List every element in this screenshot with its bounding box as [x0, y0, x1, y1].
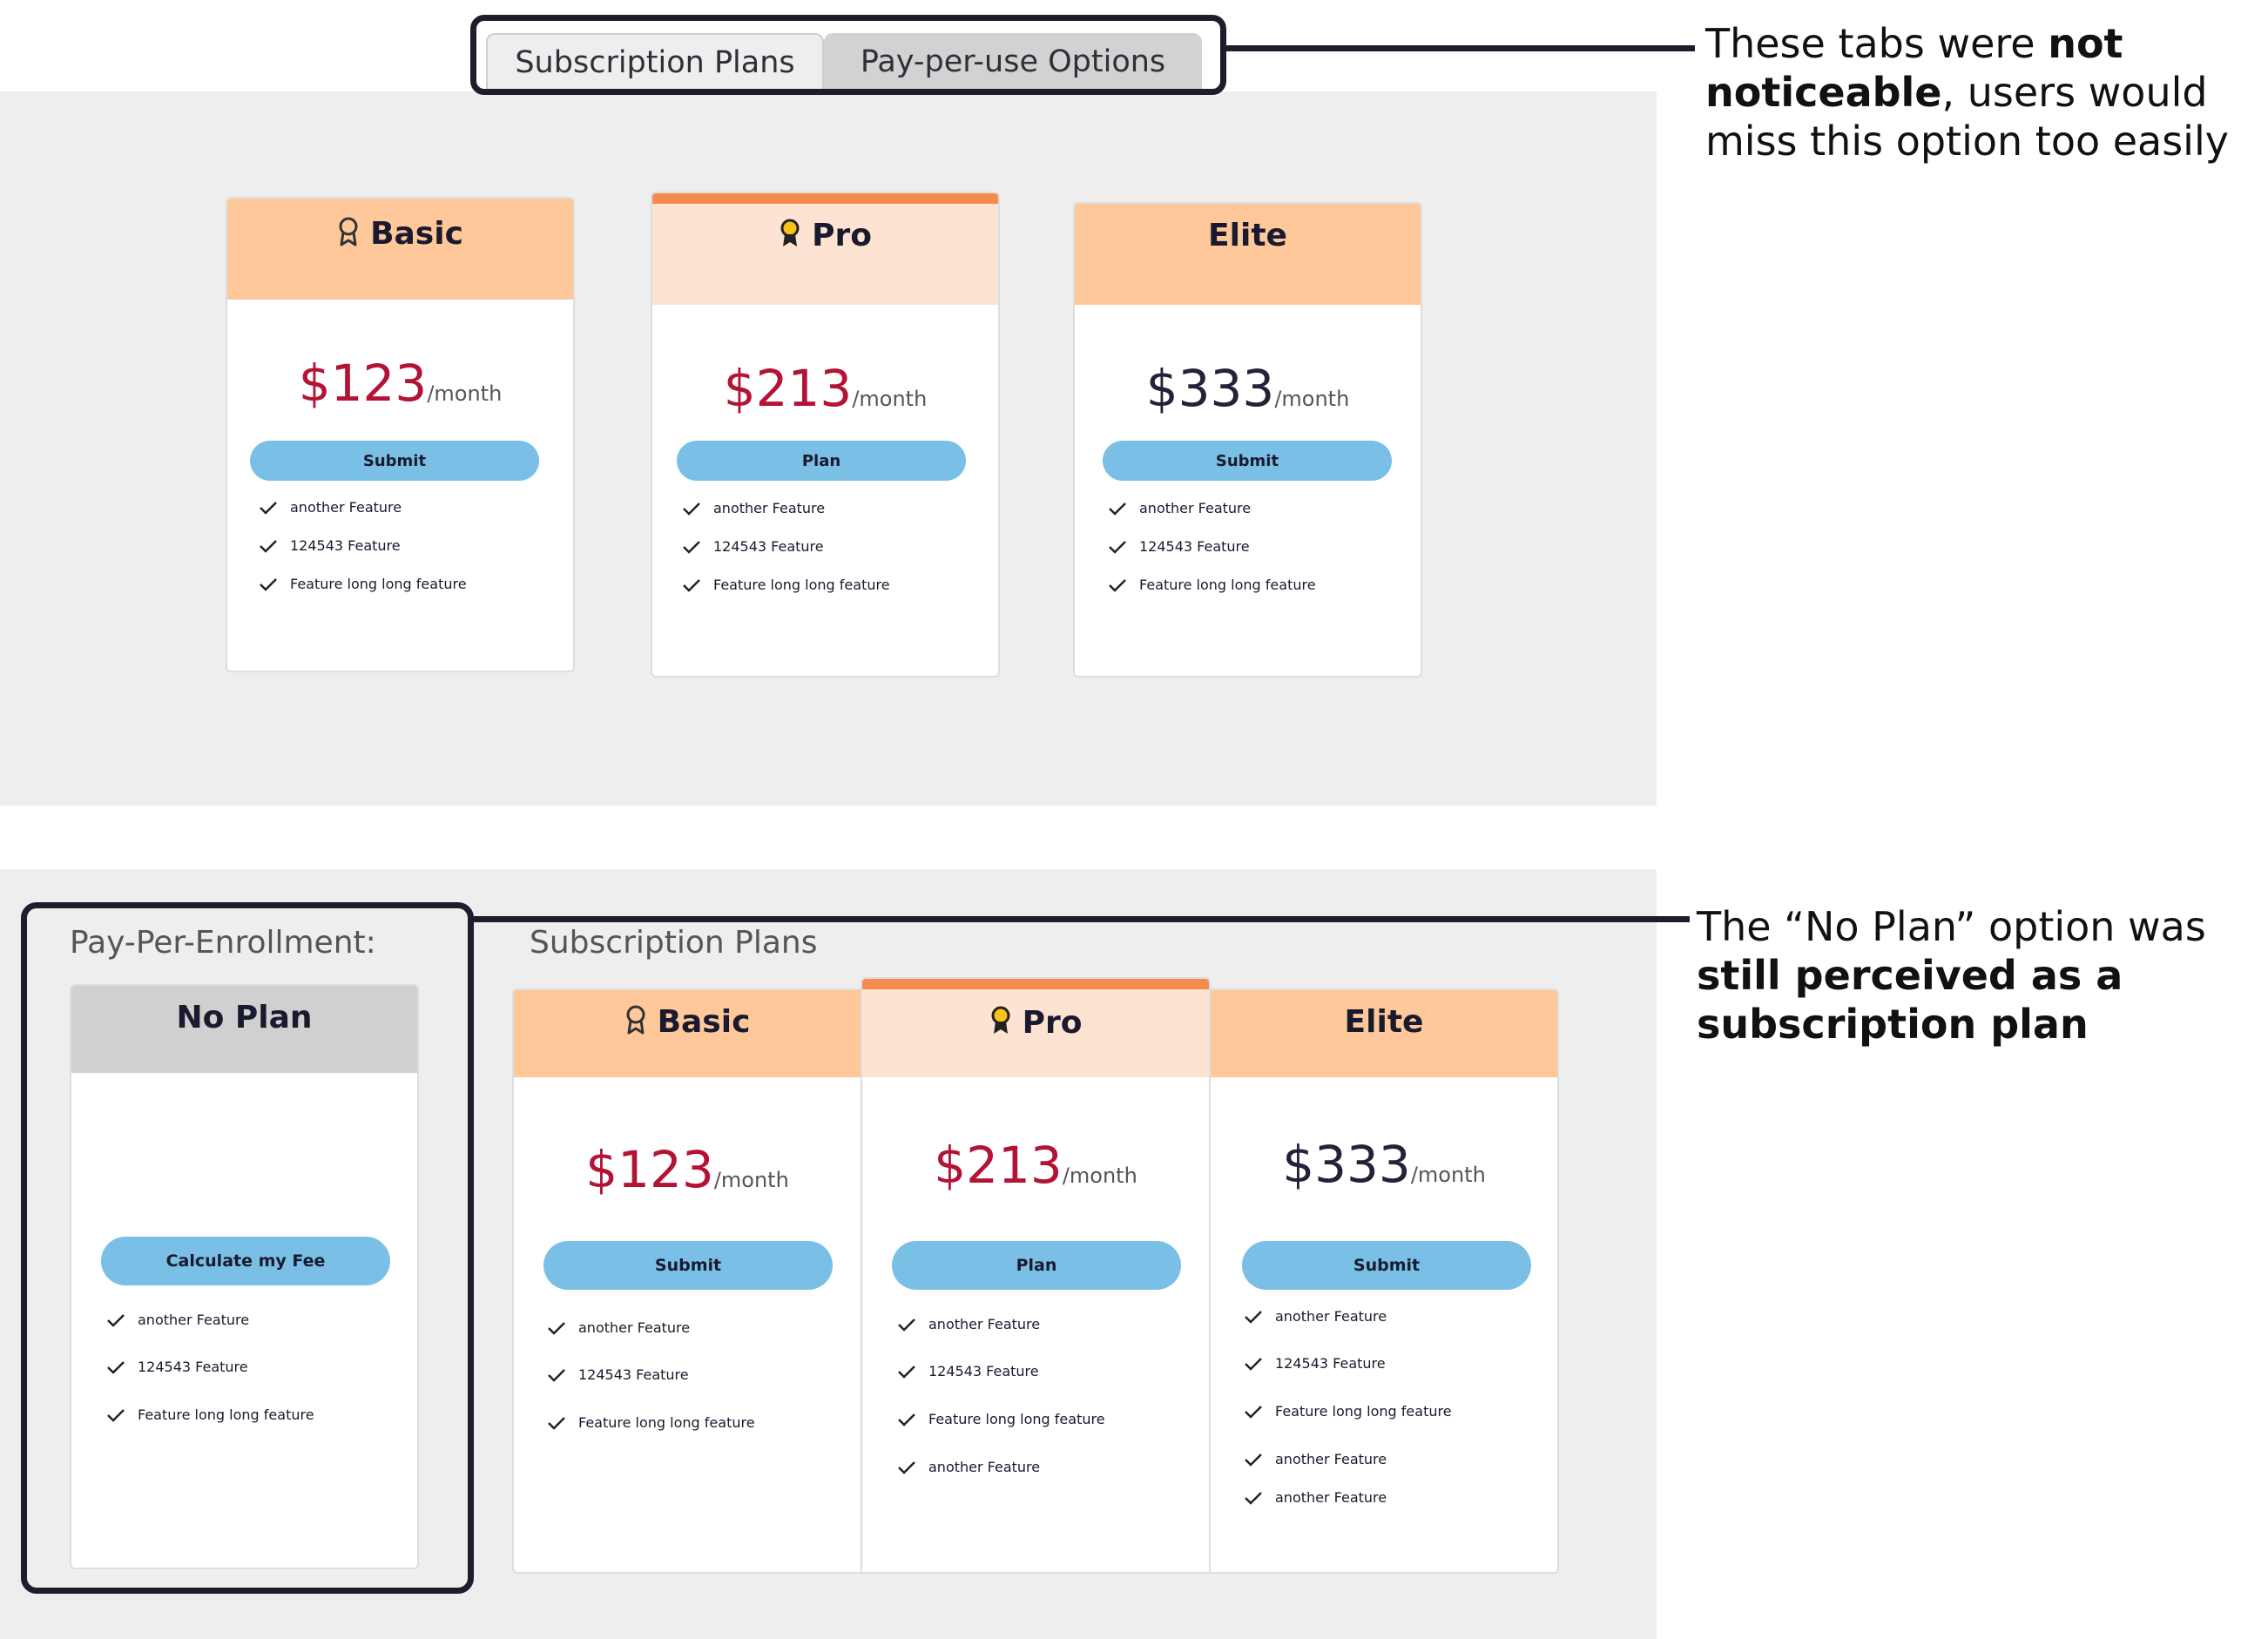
plan-price: $213/month	[723, 359, 928, 418]
award-gold-icon	[991, 1006, 1010, 1034]
plan-card-basic: Basic $123/month Submit another Feature …	[226, 197, 575, 672]
plan-name: Pro	[812, 218, 872, 253]
feature-item: 124543 Feature	[1244, 1355, 1386, 1372]
feature-item: another Feature	[259, 499, 402, 516]
feature-item: 124543 Feature	[897, 1363, 1039, 1379]
checkmark-icon	[1109, 540, 1126, 554]
feature-item: 124543 Feature	[547, 1366, 689, 1383]
plan-header: Basic	[227, 199, 573, 300]
plan-card-basic: Basic $123/month Submit another Feature …	[512, 988, 862, 1574]
feature-item: Feature long long feature	[1108, 577, 1316, 593]
plan-button[interactable]: Plan	[677, 441, 966, 481]
plan-price: $213/month	[934, 1136, 1137, 1195]
checkmark-icon	[1109, 502, 1126, 516]
featured-strip	[652, 193, 998, 204]
submit-button[interactable]: Submit	[543, 1241, 833, 1290]
checkmark-icon	[548, 1321, 565, 1335]
tabs-callout-text: These tabs were not noticeable, users wo…	[1705, 20, 2229, 165]
feature-item: 124543 Feature	[1108, 538, 1250, 555]
plan-name: Elite	[1208, 218, 1287, 253]
feature-item: another Feature	[1244, 1308, 1387, 1325]
feature-item: another Feature	[547, 1319, 690, 1336]
checkmark-icon	[1245, 1453, 1262, 1467]
checkmark-icon	[1109, 578, 1126, 592]
feature-item: 124543 Feature	[682, 538, 824, 555]
feature-item: another Feature	[897, 1316, 1040, 1332]
enrollment-highlight-frame	[21, 902, 474, 1594]
checkmark-icon	[260, 501, 277, 515]
award-outline-icon	[339, 217, 358, 246]
plan-header: Elite	[1211, 990, 1557, 1077]
checkmark-icon	[548, 1416, 565, 1430]
feature-item: another Feature	[1244, 1489, 1387, 1506]
feature-item: 124543 Feature	[259, 537, 401, 554]
subscription-section-label: Subscription Plans	[530, 925, 818, 961]
checkmark-icon	[260, 539, 277, 553]
checkmark-icon	[260, 577, 277, 591]
noplan-callout-text: The “No Plan” option was still perceived…	[1697, 903, 2206, 1048]
checkmark-icon	[683, 540, 700, 554]
plan-name: Elite	[1344, 1004, 1424, 1040]
checkmark-icon	[683, 578, 700, 592]
feature-item: Feature long long feature	[1244, 1403, 1452, 1420]
checkmark-icon	[1245, 1405, 1262, 1419]
plan-header: Elite	[1075, 204, 1421, 305]
checkmark-icon	[1245, 1491, 1262, 1505]
noplan-callout-line	[474, 916, 1690, 922]
plan-name: Basic	[657, 1004, 751, 1040]
checkmark-icon	[548, 1368, 565, 1382]
plan-price: $123/month	[585, 1140, 789, 1199]
feature-item: Feature long long feature	[682, 577, 890, 593]
plan-header: Pro	[862, 979, 1209, 1077]
featured-strip	[862, 979, 1209, 989]
award-outline-icon	[626, 1005, 645, 1035]
plan-card-pro: Pro $213/month Plan another Feature 1245…	[651, 192, 1000, 678]
checkmark-icon	[898, 1318, 915, 1332]
checkmark-icon	[898, 1460, 915, 1474]
submit-button[interactable]: Submit	[1103, 441, 1392, 481]
tabs-callout-line	[1226, 45, 1695, 51]
feature-item: Feature long long feature	[547, 1414, 755, 1431]
award-gold-icon	[780, 219, 800, 246]
plan-price: $333/month	[1282, 1135, 1486, 1194]
plan-price: $123/month	[298, 354, 503, 413]
feature-item: another Feature	[897, 1459, 1040, 1475]
tabs-highlight-frame	[470, 15, 1226, 95]
checkmark-icon	[683, 502, 700, 516]
submit-button[interactable]: Submit	[250, 441, 539, 481]
plan-header: Pro	[652, 193, 998, 305]
plan-card-pro: Pro $213/month Plan another Feature 1245…	[861, 977, 1211, 1574]
feature-item: another Feature	[1108, 500, 1251, 516]
feature-item: Feature long long feature	[897, 1411, 1105, 1427]
checkmark-icon	[898, 1413, 915, 1427]
submit-button[interactable]: Submit	[1242, 1241, 1531, 1290]
checkmark-icon	[1245, 1310, 1262, 1324]
feature-item: Feature long long feature	[259, 576, 467, 592]
plan-button[interactable]: Plan	[892, 1241, 1181, 1290]
checkmark-icon	[898, 1365, 915, 1379]
feature-item: another Feature	[1244, 1451, 1387, 1467]
plan-name: Basic	[370, 216, 463, 252]
feature-item: another Feature	[682, 500, 825, 516]
plan-card-elite: Elite $333/month Submit another Feature …	[1209, 988, 1559, 1574]
plan-price: $333/month	[1145, 359, 1350, 418]
plan-name: Pro	[1022, 1005, 1083, 1041]
checkmark-icon	[1245, 1357, 1262, 1371]
plan-card-elite: Elite $333/month Submit another Feature …	[1073, 202, 1422, 678]
plan-header: Basic	[514, 990, 861, 1077]
